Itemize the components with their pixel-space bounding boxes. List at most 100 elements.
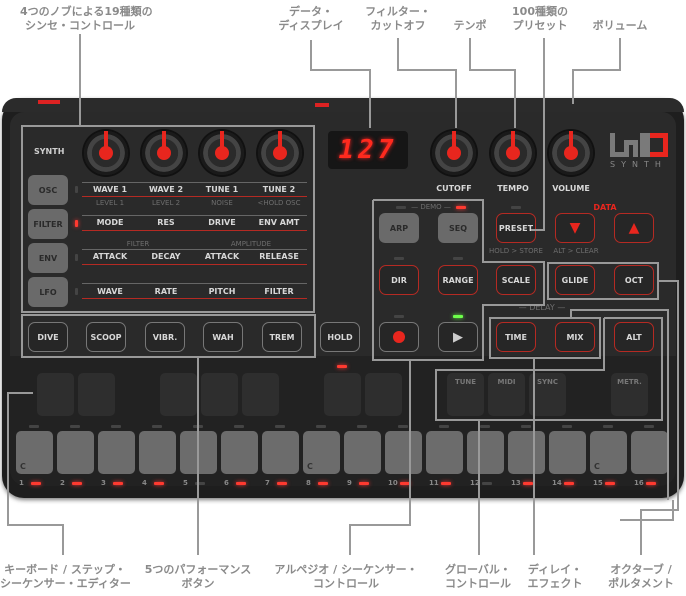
key-pad-15[interactable]: C <box>590 431 627 474</box>
preset-button[interactable]: PRESET <box>496 213 536 243</box>
mix-button[interactable]: MIX <box>555 322 595 352</box>
key-pad-8[interactable]: C <box>303 431 340 474</box>
lfo-button[interactable]: LFO <box>28 277 68 307</box>
key-pad-5[interactable] <box>180 431 217 474</box>
alt-button[interactable]: ALT <box>614 322 654 352</box>
seq-button[interactable]: SEQ <box>438 213 478 243</box>
dir-led <box>394 257 404 260</box>
filter-button[interactable]: FILTER <box>28 209 68 239</box>
scoop-button[interactable]: SCOOP <box>86 322 126 352</box>
key-pad-11[interactable] <box>426 431 463 474</box>
black-key-pad[interactable] <box>324 373 361 416</box>
key-pad-13[interactable] <box>508 431 545 474</box>
step-led <box>564 482 574 485</box>
glide-button[interactable]: GLIDE <box>555 265 595 295</box>
row-divider <box>82 249 307 250</box>
data-down-button[interactable]: ▼ <box>555 213 595 243</box>
trem-button[interactable]: TREM <box>262 322 302 352</box>
callout-synth-controls: 4つのノブによる19種類の シンセ・コントロール <box>20 5 153 33</box>
logo-text: SYNTH <box>610 160 667 169</box>
dive-button[interactable]: DIVE <box>28 322 68 352</box>
callout-line: シーケンサー・エディター <box>0 577 131 590</box>
param-filter-attack: ATTACK <box>92 252 128 261</box>
callout-performance: 5つのパフォーマンス ボタン <box>142 563 254 591</box>
key-top-led <box>234 425 244 428</box>
midi-pad[interactable]: MIDI <box>488 373 525 416</box>
arp-button[interactable]: ARP <box>379 213 419 243</box>
key-pad-3[interactable] <box>98 431 135 474</box>
demo-led-right <box>456 206 466 209</box>
step-led <box>154 482 164 485</box>
key-pad-7[interactable] <box>262 431 299 474</box>
record-button[interactable] <box>379 322 419 352</box>
black-key-pad[interactable] <box>37 373 74 416</box>
black-key-pad[interactable] <box>78 373 115 416</box>
cutoff-knob[interactable] <box>432 131 476 175</box>
callout-volume: ボリューム <box>585 19 655 33</box>
metronome-pad[interactable]: METR. <box>611 373 648 416</box>
key-pad-9[interactable] <box>344 431 381 474</box>
knob-center <box>273 146 287 160</box>
knob-center <box>215 146 229 160</box>
play-button[interactable]: ▶ <box>438 322 478 352</box>
key-note-label: C <box>20 462 26 471</box>
black-key-pad[interactable] <box>365 373 402 416</box>
callout-line: アルペジオ / シーケンサー・ <box>274 563 418 576</box>
key-top-led <box>111 425 121 428</box>
top-led-left <box>38 100 60 104</box>
wah-button[interactable]: WAH <box>203 322 243 352</box>
key-top-led <box>275 425 285 428</box>
callout-line: ディスプレイ <box>278 19 344 32</box>
step-led <box>482 482 492 485</box>
volume-knob[interactable] <box>549 131 593 175</box>
top-led-mid <box>315 103 329 107</box>
time-button[interactable]: TIME <box>496 322 536 352</box>
sync-pad[interactable]: SYNC <box>529 373 566 416</box>
tempo-label: TEMPO <box>497 184 529 193</box>
tempo-knob[interactable] <box>491 131 535 175</box>
black-key-pad[interactable] <box>242 373 279 416</box>
knob-center <box>447 146 461 160</box>
scale-button[interactable]: SCALE <box>496 265 536 295</box>
synth-knob-2[interactable] <box>142 131 186 175</box>
callout-line: キーボード / ステップ・ <box>4 563 126 576</box>
step-led <box>646 482 656 485</box>
range-button[interactable]: RANGE <box>438 265 478 295</box>
step-led <box>195 482 205 485</box>
black-key-pad[interactable] <box>160 373 197 416</box>
dir-button[interactable]: DIR <box>379 265 419 295</box>
synth-knob-1[interactable] <box>84 131 128 175</box>
key-pad-14[interactable] <box>549 431 586 474</box>
key-top-led <box>480 425 490 428</box>
callout-line: テンポ <box>453 19 487 32</box>
key-top-led <box>357 425 367 428</box>
hold-button[interactable]: HOLD <box>320 322 360 352</box>
vibrato-button[interactable]: VIBR. <box>145 322 185 352</box>
up-arrow-icon: ▲ <box>628 220 640 236</box>
callout-line: エフェクト <box>527 577 583 590</box>
key-pad-2[interactable] <box>57 431 94 474</box>
key-pad-10[interactable] <box>385 431 422 474</box>
key-pad-4[interactable] <box>139 431 176 474</box>
step-led <box>523 482 533 485</box>
synth-knob-3[interactable] <box>200 131 244 175</box>
osc-button[interactable]: OSC <box>28 175 68 205</box>
synth-knob-4[interactable] <box>258 131 302 175</box>
callout-line: グローバル・ <box>445 563 511 576</box>
key-pad-1[interactable]: C <box>16 431 53 474</box>
oct-button[interactable]: OCT <box>614 265 654 295</box>
callout-octave: オクターブ / ポルタメント <box>600 563 682 591</box>
knob-center <box>564 146 578 160</box>
demo-led-left <box>396 206 406 209</box>
key-pad-6[interactable] <box>221 431 258 474</box>
key-number: 10 <box>388 479 398 487</box>
data-up-button[interactable]: ▲ <box>614 213 654 243</box>
env-button[interactable]: ENV <box>28 243 68 273</box>
param-wave2: WAVE 2 <box>148 185 184 194</box>
key-pad-16[interactable] <box>631 431 668 474</box>
key-top-led <box>398 425 408 428</box>
tune-pad[interactable]: TUNE <box>447 373 484 416</box>
param-hold-osc: <HOLD OSC <box>257 199 301 207</box>
key-pad-12[interactable] <box>467 431 504 474</box>
black-key-pad[interactable] <box>201 373 238 416</box>
